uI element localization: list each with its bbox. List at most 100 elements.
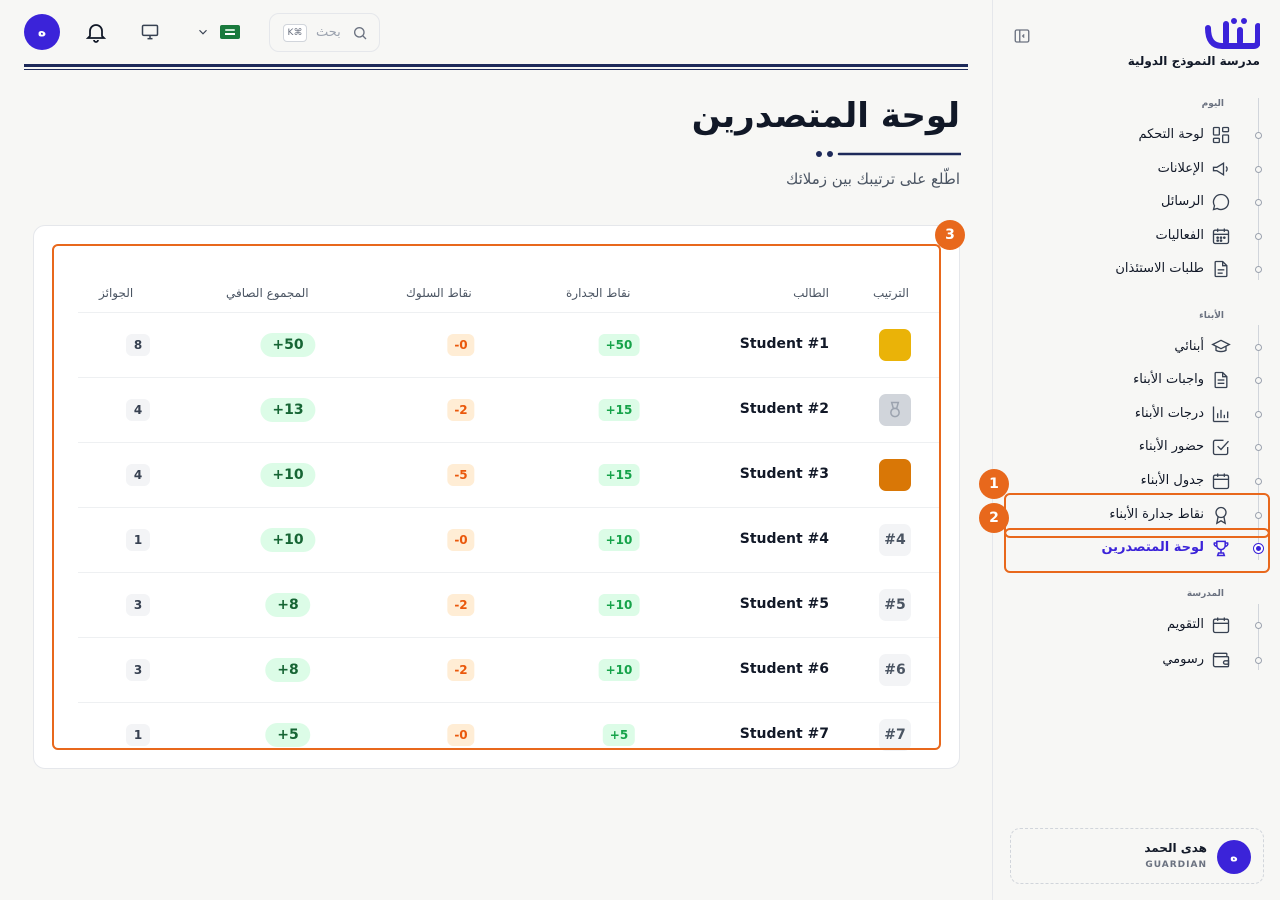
sidebar-item-messages[interactable]: الرسائل (993, 187, 1280, 217)
homework-icon (1214, 371, 1228, 389)
merit-points-pill: +50 (598, 334, 640, 356)
column-header-merit: نقاط الجدارة (566, 286, 631, 300)
nav-dot (1255, 266, 1262, 273)
rank-badge: #4 (879, 524, 911, 556)
awards-count: 1 (126, 529, 150, 551)
sidebar-item-leave-requests[interactable]: طلبات الاستئذان (993, 254, 1280, 284)
language-select[interactable] (196, 22, 244, 42)
sidebar-item-label: لوحة التحكم (1138, 127, 1204, 142)
nav-dot (1255, 411, 1262, 418)
table-row: #7 Student #7 +5 -0 +5 1 (78, 703, 939, 768)
search-icon (354, 27, 367, 40)
column-header-awards: الجوائز (99, 286, 134, 300)
sidebar-item-dashboard[interactable]: لوحة التحكم (993, 120, 1280, 150)
nav-dot (1255, 657, 1262, 664)
sidebar-item-merit-points[interactable]: نقاط جدارة الأبناء (993, 500, 1280, 530)
bell-icon[interactable] (84, 20, 108, 44)
rank-badge: #5 (879, 589, 911, 621)
rank-badge (879, 459, 911, 491)
student-name: Student #4 (739, 531, 829, 547)
merit-points-pill: +10 (598, 594, 640, 616)
trophy-icon (1213, 540, 1229, 557)
sidebar-item-schedule[interactable]: جدول الأبناء (993, 466, 1280, 496)
behavior-points-pill: -0 (447, 334, 475, 356)
net-total-pill: +10 (260, 463, 316, 487)
saudi-flag-icon (220, 25, 240, 39)
nav-dot (1255, 377, 1262, 384)
nav-dot (1255, 233, 1262, 240)
user-role: GUARDIAN (1145, 860, 1207, 870)
calendar-icon (1212, 617, 1230, 634)
table-row: Student #1 +50 -0 +50 8 (78, 313, 939, 378)
page-title: لوحة المتصدرين (691, 96, 960, 136)
nav-dot (1255, 132, 1262, 139)
sidebar-item-grades[interactable]: درجات الأبناء (993, 399, 1280, 429)
chat-icon (1212, 193, 1230, 211)
sidebar-item-label: الرسائل (1160, 194, 1204, 209)
medal-icon (885, 400, 905, 420)
table-row: Student #3 +15 -5 +10 4 (78, 443, 939, 508)
annotation-badge-1: 1 (979, 469, 1009, 499)
table-row: Student #2 +15 -2 +13 4 (78, 378, 939, 443)
rank-badge (879, 394, 911, 426)
sidebar-item-homework[interactable]: واجبات الأبناء (993, 365, 1280, 395)
column-header-student: الطالب (793, 286, 829, 300)
sidebar-item-fees[interactable]: رسومي (993, 645, 1280, 675)
sidebar-item-label: درجات الأبناء (1134, 406, 1204, 421)
sidebar-item-attendance[interactable]: حضور الأبناء (993, 432, 1280, 462)
sidebar-item-leaderboard[interactable]: لوحة المتصدرين (993, 533, 1280, 563)
nav-dot (1255, 444, 1262, 451)
table-row: #5 Student #5 +10 -2 +8 3 (78, 573, 939, 638)
dashboard-icon (1212, 126, 1230, 144)
sidebar-item-label: لوحة المتصدرين (1101, 540, 1204, 555)
nav-dot (1255, 344, 1262, 351)
award-icon (1215, 506, 1227, 525)
sidebar-item-label: الفعاليات (1155, 228, 1204, 243)
calendar-icon (1212, 473, 1230, 490)
sidebar-item-calendar[interactable]: التقويم (993, 610, 1280, 640)
bar-chart-icon (1212, 406, 1229, 423)
nav-group-label-children: الأبناء (1199, 311, 1224, 321)
behavior-points-pill: -2 (447, 399, 475, 421)
column-header-rank: الترتيب (873, 286, 909, 300)
sidebar-item-label: حضور الأبناء (1138, 439, 1204, 454)
student-name: Student #2 (739, 401, 829, 417)
nav-dot (1255, 512, 1262, 519)
sidebar-item-announcements[interactable]: الإعلانات (993, 154, 1280, 184)
student-name: Student #7 (739, 726, 829, 742)
nav-dot (1255, 622, 1262, 629)
school-name: مدرسة النموذج الدولية (1127, 54, 1260, 68)
document-icon (1214, 260, 1228, 278)
sidebar-item-my-children[interactable]: أبنائي (993, 332, 1280, 362)
rank-badge: #6 (879, 654, 911, 686)
student-name: Student #3 (739, 466, 829, 482)
net-total-pill: +5 (265, 723, 311, 747)
nav-group-label-today: اليوم (1201, 99, 1224, 109)
nav-dot-active (1253, 543, 1264, 554)
user-profile-card[interactable]: ه هدى الحمد GUARDIAN (1010, 828, 1264, 884)
sidebar-item-label: طلبات الاستئذان (1115, 261, 1204, 276)
megaphone-icon (1212, 161, 1228, 177)
search-shortcut-badge: K⌘ (283, 24, 307, 42)
awards-count: 4 (126, 464, 150, 486)
awards-count: 3 (126, 659, 150, 681)
nav-dot (1255, 166, 1262, 173)
net-total-pill: +50 (260, 333, 316, 357)
monitor-icon[interactable] (140, 22, 160, 42)
leaderboard-card: الترتيب الطالب نقاط الجدارة نقاط السلوك … (33, 225, 960, 769)
nav-dot (1255, 199, 1262, 206)
merit-points-pill: +10 (598, 529, 640, 551)
calendar-grid-icon (1212, 228, 1230, 245)
search-input[interactable]: K⌘ بحث (269, 13, 380, 52)
profile-avatar-button[interactable]: ه (24, 14, 60, 50)
sidebar-item-label: جدول الأبناء (1140, 473, 1204, 488)
rank-badge (879, 329, 911, 361)
behavior-points-pill: -0 (447, 529, 475, 551)
net-total-pill: +10 (260, 528, 316, 552)
sidebar-item-label: التقويم (1166, 617, 1204, 632)
graduation-cap-icon (1211, 339, 1231, 353)
sidebar-collapse-icon[interactable] (1013, 27, 1031, 45)
sidebar-item-events[interactable]: الفعاليات (993, 221, 1280, 251)
merit-points-pill: +10 (598, 659, 640, 681)
header-divider (24, 64, 968, 67)
